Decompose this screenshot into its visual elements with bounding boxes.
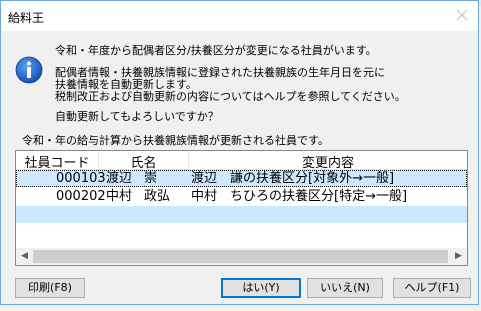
scroll-left-icon[interactable]: ◀ — [16, 248, 33, 265]
print-button[interactable]: 印刷(F8) — [15, 278, 85, 298]
scroll-thumb[interactable] — [33, 250, 448, 263]
dialog-title: 給料王 — [8, 11, 45, 25]
message-line-1: 令和・年度から配偶者区分/扶養区分が変更になる社員がいます。 — [55, 44, 377, 57]
list-header: 社員コード 氏名 変更内容 — [16, 151, 467, 171]
column-header-change[interactable]: 変更内容 — [189, 152, 467, 171]
row-last-name: 渡辺 — [106, 171, 133, 186]
column-header-code[interactable]: 社員コード — [16, 152, 99, 171]
yes-button[interactable]: はい(Y) — [221, 278, 301, 298]
info-icon — [15, 56, 43, 84]
horizontal-scrollbar[interactable]: ◀ ▶ — [16, 248, 467, 265]
help-button[interactable]: ヘルプ(F1) — [393, 278, 471, 298]
empty-row — [16, 206, 467, 223]
row-code: 000103 — [56, 171, 106, 186]
column-header-name[interactable]: 氏名 — [99, 152, 189, 171]
title-bar: 給料王 — [1, 1, 478, 31]
empty-row — [16, 224, 467, 241]
row-first-name: 崇 — [144, 171, 158, 186]
scroll-right-icon[interactable]: ▶ — [450, 248, 467, 265]
message-line-4: 税制改正および自動更新の内容についてはヘルプを参照してください。 — [55, 90, 406, 103]
row-first-name: 政弘 — [144, 189, 171, 204]
employee-change-list[interactable]: 社員コード 氏名 変更内容 000103 渡辺 崇 渡辺 謙の扶養区分[対象外→… — [15, 150, 468, 266]
row-change: 渡辺 謙の扶養区分[対象外→一般] — [191, 171, 395, 186]
table-row[interactable]: 000202 中村 政弘 中村 ちひろの扶養区分[特定→一般] — [16, 188, 467, 205]
row-code: 000202 — [56, 189, 106, 204]
no-button[interactable]: いいえ(N) — [307, 278, 383, 298]
update-confirm-dialog: 給料王 令和・年度から配偶者区分/扶養区分が変更になる社員がいます。 配偶者情報… — [0, 0, 479, 305]
confirm-question: 自動更新してもよろしいですか？ — [55, 110, 219, 123]
close-icon[interactable] — [454, 7, 470, 23]
list-caption: 令和・年の給与計算から扶養親族情報が更新される社員です。 — [22, 134, 329, 147]
table-row[interactable]: 000103 渡辺 崇 渡辺 謙の扶養区分[対象外→一般] — [16, 170, 467, 187]
row-last-name: 中村 — [106, 189, 133, 204]
row-change: 中村 ちひろの扶養区分[特定→一般] — [191, 189, 408, 204]
